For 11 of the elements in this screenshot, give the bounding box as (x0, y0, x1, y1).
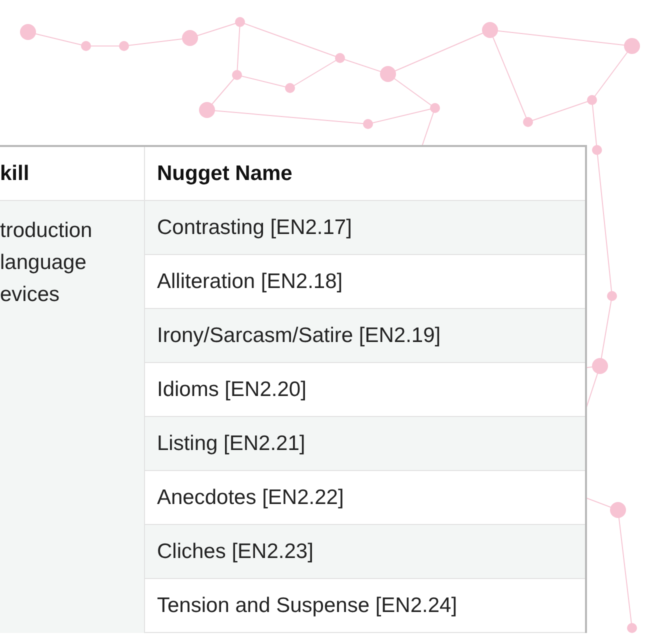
table-cell: Irony/Sarcasm/Satire [EN2.19] (144, 308, 586, 362)
table-cell: Contrasting [EN2.17] (144, 200, 586, 254)
table-cell: Listing [EN2.21] (144, 416, 586, 470)
table-cell: Cliches [EN2.23] (144, 524, 586, 578)
table-cell: Tension and Suspense [EN2.24] (144, 578, 586, 632)
column-header: Nugget Name (144, 146, 586, 200)
table-cell: troduction language evices (0, 200, 144, 632)
table-cell: Alliteration [EN2.18] (144, 254, 586, 308)
table-cell: Idioms [EN2.20] (144, 362, 586, 416)
column-header: kill (0, 146, 144, 200)
table-cell: Anecdotes [EN2.22] (144, 470, 586, 524)
